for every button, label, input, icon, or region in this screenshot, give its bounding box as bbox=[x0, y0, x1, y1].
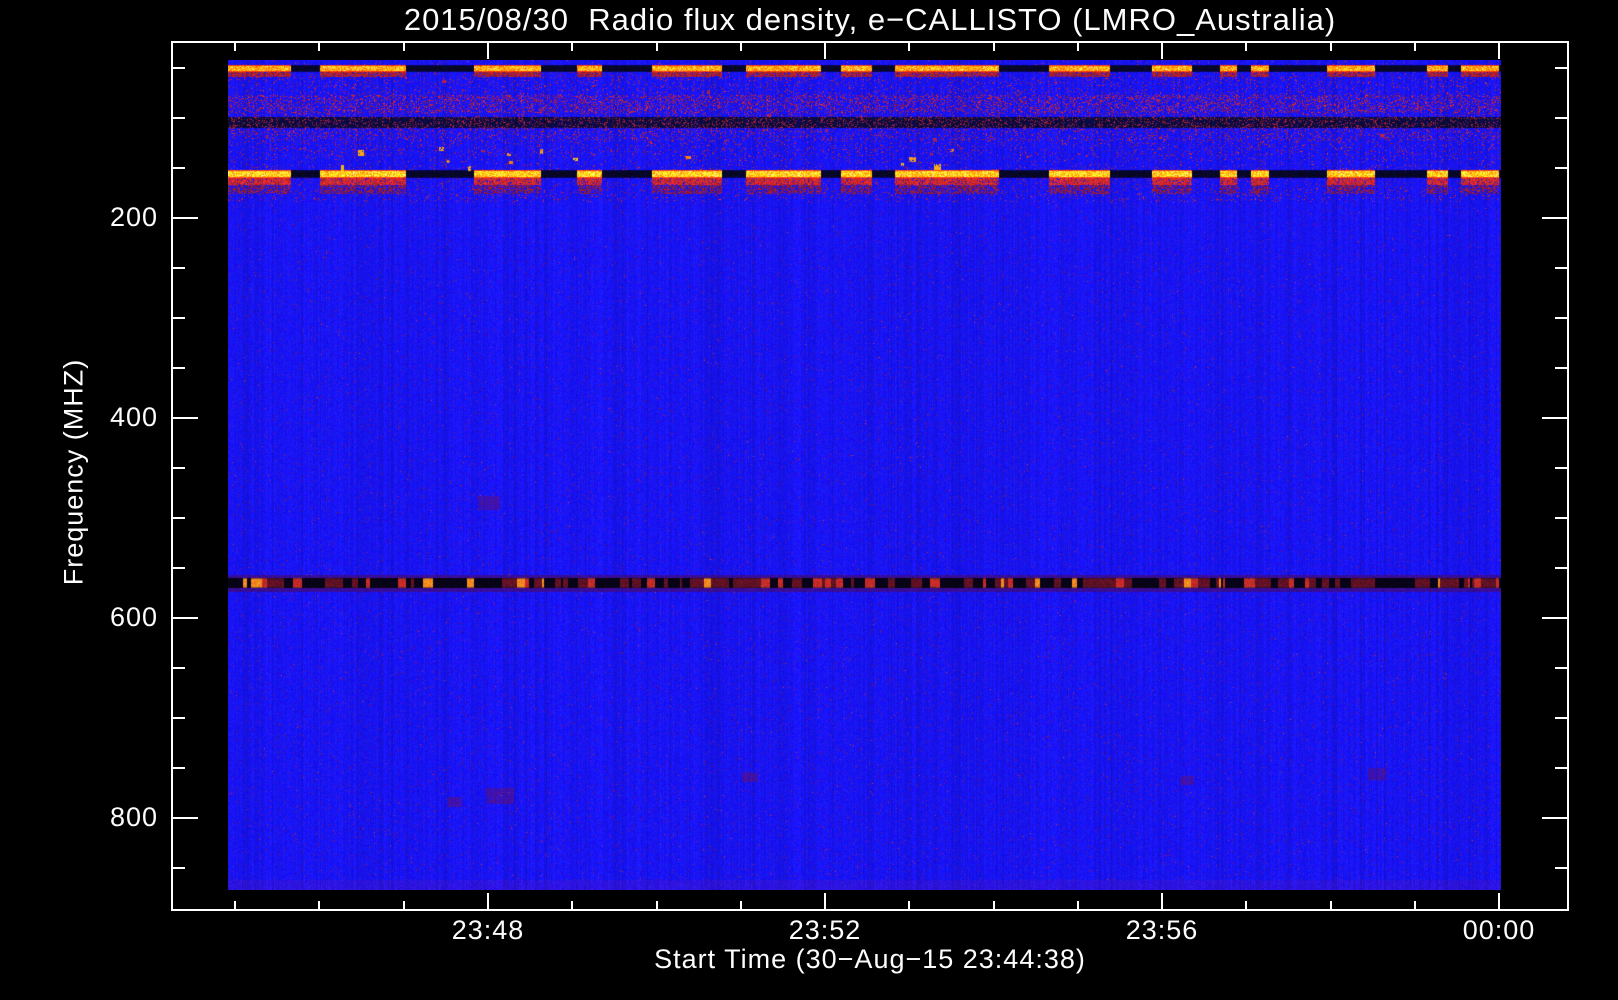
x-axis-major-tick bbox=[824, 893, 826, 909]
x-axis-minor-tick bbox=[656, 43, 658, 51]
y-axis-minor-tick bbox=[1555, 367, 1567, 369]
x-axis-minor-tick bbox=[234, 901, 236, 909]
y-axis-minor-tick bbox=[1555, 67, 1567, 69]
y-axis-minor-tick bbox=[1555, 867, 1567, 869]
x-axis-minor-tick bbox=[318, 901, 320, 909]
y-axis-minor-tick bbox=[1555, 317, 1567, 319]
x-axis-major-tick bbox=[824, 43, 826, 59]
x-axis-minor-tick bbox=[993, 43, 995, 51]
y-axis-minor-tick bbox=[1555, 517, 1567, 519]
y-axis-major-tick bbox=[173, 217, 198, 219]
y-axis-minor-tick bbox=[173, 367, 185, 369]
x-axis-minor-tick bbox=[403, 43, 405, 51]
x-tick-label: 23:56 bbox=[1125, 915, 1199, 945]
x-axis-minor-tick bbox=[1077, 901, 1079, 909]
x-axis-minor-tick bbox=[1414, 901, 1416, 909]
y-axis-major-tick bbox=[173, 617, 198, 619]
y-axis-minor-tick bbox=[1555, 767, 1567, 769]
y-axis-minor-tick bbox=[173, 717, 185, 719]
x-tick-label: 23:52 bbox=[788, 915, 862, 945]
y-axis-major-tick bbox=[173, 817, 198, 819]
y-tick-label: 200 bbox=[109, 202, 158, 232]
x-axis-minor-tick bbox=[571, 901, 573, 909]
x-axis-label: Start Time (30−Aug−15 23:44:38) bbox=[654, 944, 1086, 974]
x-axis-major-tick bbox=[1498, 43, 1500, 59]
x-axis-minor-tick bbox=[1330, 43, 1332, 51]
x-axis-minor-tick bbox=[1245, 901, 1247, 909]
y-axis-minor-tick bbox=[1555, 717, 1567, 719]
chart-title: 2015/08/30 Radio flux density, e−CALLIST… bbox=[403, 2, 1337, 37]
y-axis-minor-tick bbox=[173, 867, 185, 869]
y-axis-minor-tick bbox=[173, 517, 185, 519]
x-axis-major-tick bbox=[1161, 43, 1163, 59]
y-tick-label: 800 bbox=[109, 802, 158, 832]
y-axis-major-tick bbox=[1542, 217, 1567, 219]
y-axis-major-tick bbox=[173, 417, 198, 419]
x-axis-minor-tick bbox=[1245, 43, 1247, 51]
y-axis-minor-tick bbox=[1555, 567, 1567, 569]
y-axis-minor-tick bbox=[1555, 467, 1567, 469]
x-axis-minor-tick bbox=[908, 43, 910, 51]
y-axis-minor-tick bbox=[173, 317, 185, 319]
y-axis-minor-tick bbox=[173, 567, 185, 569]
x-axis-minor-tick bbox=[234, 43, 236, 51]
x-axis-major-tick bbox=[1498, 893, 1500, 909]
x-axis-minor-tick bbox=[908, 901, 910, 909]
x-axis-major-tick bbox=[487, 893, 489, 909]
x-tick-label: 23:48 bbox=[451, 915, 525, 945]
y-axis-major-tick bbox=[1542, 417, 1567, 419]
x-axis-minor-tick bbox=[571, 43, 573, 51]
y-axis-minor-tick bbox=[173, 167, 185, 169]
x-axis-major-tick bbox=[487, 43, 489, 59]
y-axis-major-tick bbox=[1542, 817, 1567, 819]
y-axis-minor-tick bbox=[173, 67, 185, 69]
y-axis-minor-tick bbox=[173, 667, 185, 669]
y-axis-minor-tick bbox=[1555, 267, 1567, 269]
x-axis-minor-tick bbox=[740, 43, 742, 51]
y-axis-minor-tick bbox=[1555, 167, 1567, 169]
x-axis-minor-tick bbox=[993, 901, 995, 909]
y-axis-major-tick bbox=[1542, 617, 1567, 619]
x-axis-minor-tick bbox=[318, 43, 320, 51]
x-axis-minor-tick bbox=[1330, 901, 1332, 909]
spectrogram-screen: 2015/08/30 Radio flux density, e−CALLIST… bbox=[0, 0, 1618, 1000]
x-axis-minor-tick bbox=[656, 901, 658, 909]
x-axis-minor-tick bbox=[1414, 43, 1416, 51]
plot-frame bbox=[171, 41, 1569, 911]
x-axis-major-tick bbox=[1161, 893, 1163, 909]
y-axis-minor-tick bbox=[173, 267, 185, 269]
y-axis-minor-tick bbox=[173, 767, 185, 769]
x-axis-minor-tick bbox=[1077, 43, 1079, 51]
y-axis-label: Frequency (MHZ) bbox=[58, 358, 89, 586]
y-axis-minor-tick bbox=[173, 117, 185, 119]
x-tick-label: 00:00 bbox=[1462, 915, 1536, 945]
y-tick-label: 400 bbox=[109, 402, 158, 432]
x-axis-minor-tick bbox=[403, 901, 405, 909]
y-axis-minor-tick bbox=[1555, 667, 1567, 669]
y-axis-minor-tick bbox=[1555, 117, 1567, 119]
x-axis-minor-tick bbox=[740, 901, 742, 909]
y-axis-minor-tick bbox=[173, 467, 185, 469]
y-tick-label: 600 bbox=[109, 602, 158, 632]
